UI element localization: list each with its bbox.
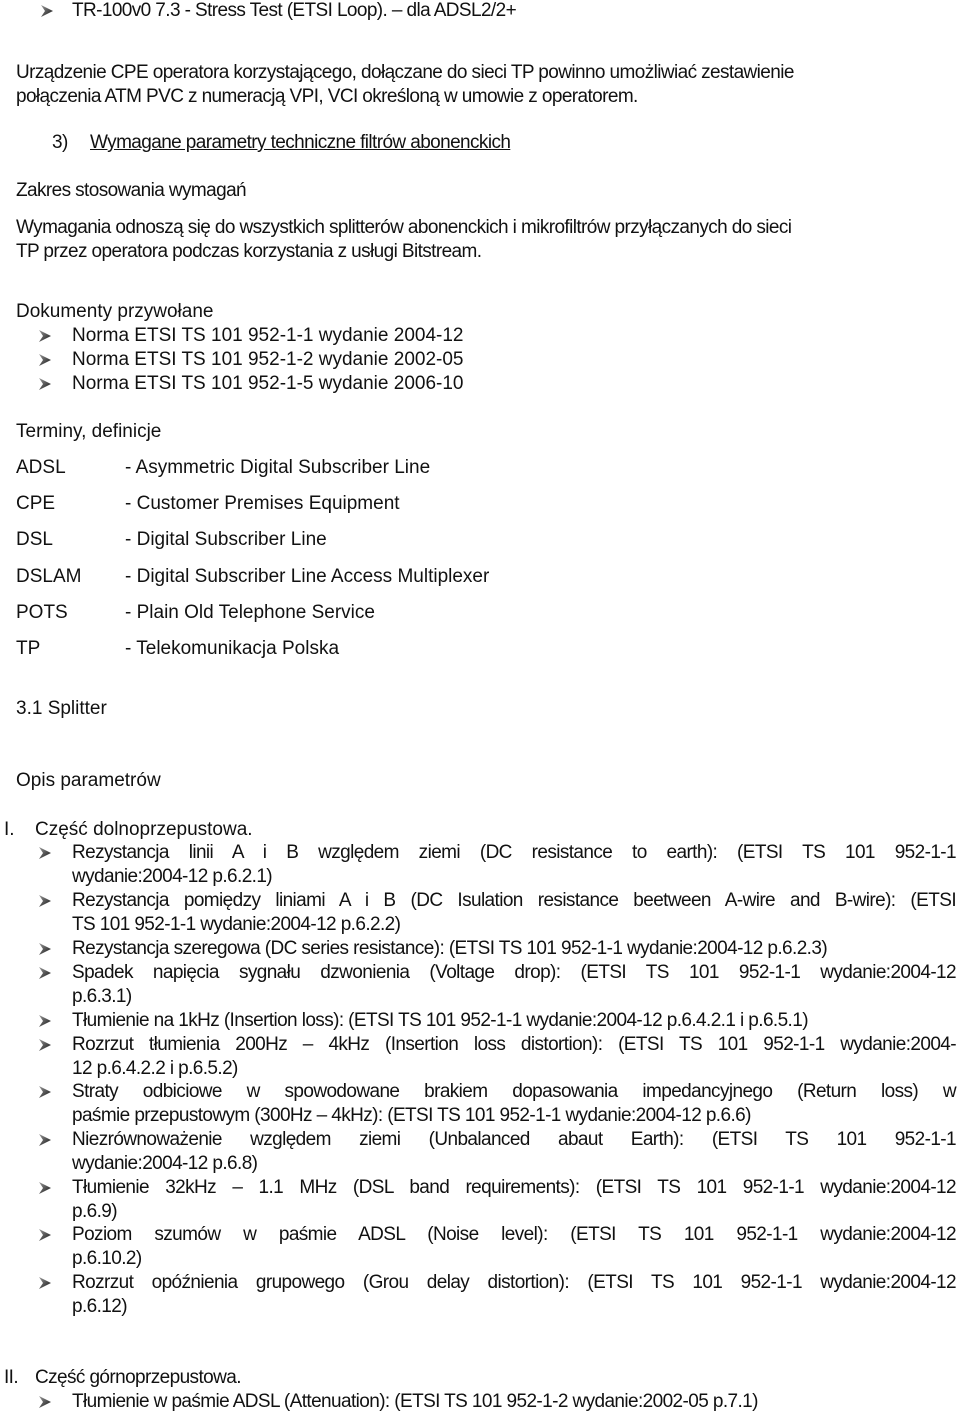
- top-bullet-text: TR-100v0 7.3 - Stress Test (ETSI Loop). …: [72, 0, 517, 21]
- splitter-heading: 3.1 Splitter: [16, 698, 107, 719]
- part1-item-line1: Niezrównoważenie względem ziemi (Unbalan…: [72, 1129, 957, 1150]
- arrow-bullet-icon: [38, 377, 52, 391]
- part1-item-line1: Rezystancja pomiędzy liniami A i B (DC I…: [72, 890, 957, 911]
- arrow-bullet-icon: [38, 894, 52, 908]
- term-abbr: TP: [16, 638, 41, 659]
- arrow-bullet-icon: [38, 1276, 52, 1290]
- part1-item-line2: TS 101 952-1-1 wydanie:2004-12 p.6.2.2): [72, 914, 401, 935]
- part1-item-line2: wydanie:2004-12 p.6.8): [72, 1153, 258, 1174]
- arrow-bullet-icon: [40, 4, 54, 18]
- part1-item-line2: paśmie przepustowym (300Hz – 4kHz): (ETS…: [72, 1105, 751, 1126]
- part1-item-line1: Tłumienie na 1kHz (Insertion loss): (ETS…: [72, 1010, 809, 1031]
- part1-item-line1: Rozrzut opóźnienia grupowego (Grou delay…: [72, 1272, 957, 1293]
- scope-line-1: Wymagania odnoszą się do wszystkich spli…: [16, 217, 792, 238]
- term-definition: - Plain Old Telephone Service: [125, 602, 375, 623]
- part1-item-line1: Rezystancja szeregowa (DC series resista…: [72, 938, 828, 959]
- part1-item-line1: Rozrzut tłumienia 200Hz – 4kHz (Insertio…: [72, 1034, 957, 1055]
- arrow-bullet-icon: [38, 846, 52, 860]
- term-row: CPE - Customer Premises Equipment: [0, 493, 960, 517]
- part1-numeral: I.: [4, 819, 15, 840]
- term-definition: - Digital Subscriber Line: [125, 529, 327, 550]
- term-definition: - Digital Subscriber Line Access Multipl…: [125, 566, 490, 587]
- term-abbr: CPE: [16, 493, 56, 514]
- part1-item-line2: p.6.3.1): [72, 986, 132, 1007]
- term-row: ADSL - Asymmetric Digital Subscriber Lin…: [0, 457, 960, 481]
- arrow-bullet-icon: [38, 1133, 52, 1147]
- term-definition: - Asymmetric Digital Subscriber Line: [125, 457, 431, 478]
- arrow-bullet-icon: [38, 966, 52, 980]
- part1-item-line1: Poziom szumów w paśmie ADSL (Noise level…: [72, 1224, 957, 1245]
- params-heading: Opis parametrów: [16, 770, 161, 791]
- term-definition: - Customer Premises Equipment: [125, 493, 400, 514]
- section-number: 3): [52, 132, 68, 153]
- arrow-bullet-icon: [38, 329, 52, 343]
- referenced-doc-item: Norma ETSI TS 101 952-1-2 wydanie 2002-0…: [72, 349, 464, 370]
- term-row: TP - Telekomunikacja Polska: [0, 638, 960, 662]
- arrow-bullet-icon: [38, 1181, 52, 1195]
- part2-item: Tłumienie w paśmie ADSL (Attenuation): (…: [72, 1391, 758, 1412]
- arrow-bullet-icon: [38, 1085, 52, 1099]
- part1-item-line1: Spadek napięcia sygnału dzwonienia (Volt…: [72, 962, 957, 983]
- arrow-bullet-icon: [38, 942, 52, 956]
- part1-item-line1: Rezystancja linii A i B względem ziemi (…: [72, 842, 957, 863]
- part1-item-line2: wydanie:2004-12 p.6.2.1): [72, 866, 273, 887]
- term-row: DSL - Digital Subscriber Line: [0, 529, 960, 553]
- terms-heading: Terminy, definicje: [16, 421, 162, 442]
- term-row: POTS - Plain Old Telephone Service: [0, 602, 960, 626]
- term-abbr: DSLAM: [16, 566, 82, 587]
- part1-item-line2: p.6.12): [72, 1296, 128, 1317]
- arrow-bullet-icon: [38, 1038, 52, 1052]
- scope-line-2: TP przez operatora podczas korzystania z…: [16, 241, 482, 262]
- intro-line-2: połączenia ATM PVC z numeracją VPI, VCI …: [16, 86, 638, 107]
- arrow-bullet-icon: [38, 1395, 52, 1409]
- part1-item-line1: Tłumienie 32kHz – 1.1 MHz (DSL band requ…: [72, 1177, 957, 1198]
- referenced-doc-item: Norma ETSI TS 101 952-1-1 wydanie 2004-1…: [72, 325, 464, 346]
- section-title: Wymagane parametry techniczne filtrów ab…: [90, 132, 511, 153]
- term-abbr: DSL: [16, 529, 53, 550]
- term-definition: - Telekomunikacja Polska: [125, 638, 340, 659]
- part1-item-line2: p.6.9): [72, 1201, 118, 1222]
- part1-item-line2: p.6.10.2): [72, 1248, 142, 1269]
- arrow-bullet-icon: [38, 353, 52, 367]
- term-abbr: ADSL: [16, 457, 66, 478]
- part1-item-line1: Straty odbiciowe w spowodowane brakiem d…: [72, 1081, 957, 1102]
- term-abbr: POTS: [16, 602, 68, 623]
- term-row: DSLAM - Digital Subscriber Line Access M…: [0, 566, 960, 590]
- part1-title: Część dolnoprzepustowa.: [35, 819, 253, 840]
- part2-numeral: II.: [4, 1367, 19, 1388]
- arrow-bullet-icon: [38, 1228, 52, 1242]
- part2-title: Część górnoprzepustowa.: [35, 1367, 241, 1388]
- part1-item-line2: 12 p.6.4.2.2 i p.6.5.2): [72, 1058, 238, 1079]
- arrow-bullet-icon: [38, 1014, 52, 1028]
- scope-heading: Zakres stosowania wymagań: [16, 180, 247, 201]
- referenced-docs-heading: Dokumenty przywołane: [16, 301, 214, 322]
- intro-line-1: Urządzenie CPE operatora korzystającego,…: [16, 62, 794, 83]
- referenced-doc-item: Norma ETSI TS 101 952-1-5 wydanie 2006-1…: [72, 373, 464, 394]
